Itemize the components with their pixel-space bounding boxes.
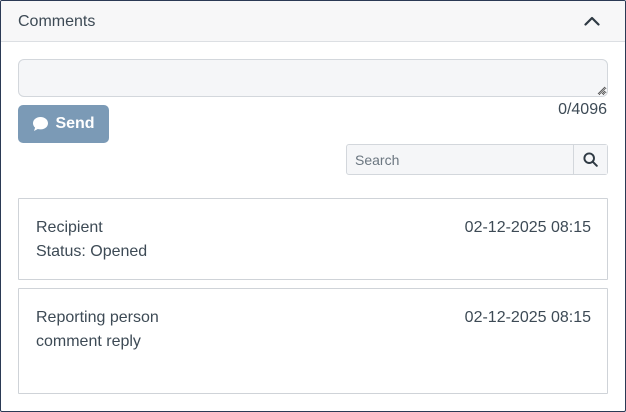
speech-bubble-icon <box>33 117 49 131</box>
chevron-up-icon <box>584 16 600 26</box>
comment-author: Recipient <box>36 219 103 236</box>
search-box <box>346 144 608 175</box>
comment-timestamp: 02-12-2025 08:15 <box>464 309 591 326</box>
comments-panel: Comments 0/4096 Send Recipient Status: O… <box>0 0 626 412</box>
comment-author: Reporting person <box>36 309 159 326</box>
comment-timestamp: 02-12-2025 08:15 <box>464 219 591 236</box>
comment-textarea[interactable] <box>18 59 608 97</box>
search-button[interactable] <box>573 145 607 174</box>
character-counter: 0/4096 <box>558 101 607 118</box>
collapse-button[interactable] <box>581 11 603 31</box>
search-icon <box>583 152 598 167</box>
panel-title: Comments <box>18 13 96 30</box>
search-input[interactable] <box>347 145 573 174</box>
comment-text: Status: Opened <box>36 243 148 260</box>
panel-header[interactable]: Comments <box>1 1 625 42</box>
resize-handle[interactable] <box>597 86 606 95</box>
send-button-label: Send <box>55 115 95 132</box>
comment-item: Recipient Status: Opened 02-12-2025 08:1… <box>18 198 608 280</box>
comment-text: comment reply <box>36 333 141 350</box>
send-button[interactable]: Send <box>18 105 109 143</box>
comment-item: Reporting person comment reply 02-12-202… <box>18 288 608 394</box>
